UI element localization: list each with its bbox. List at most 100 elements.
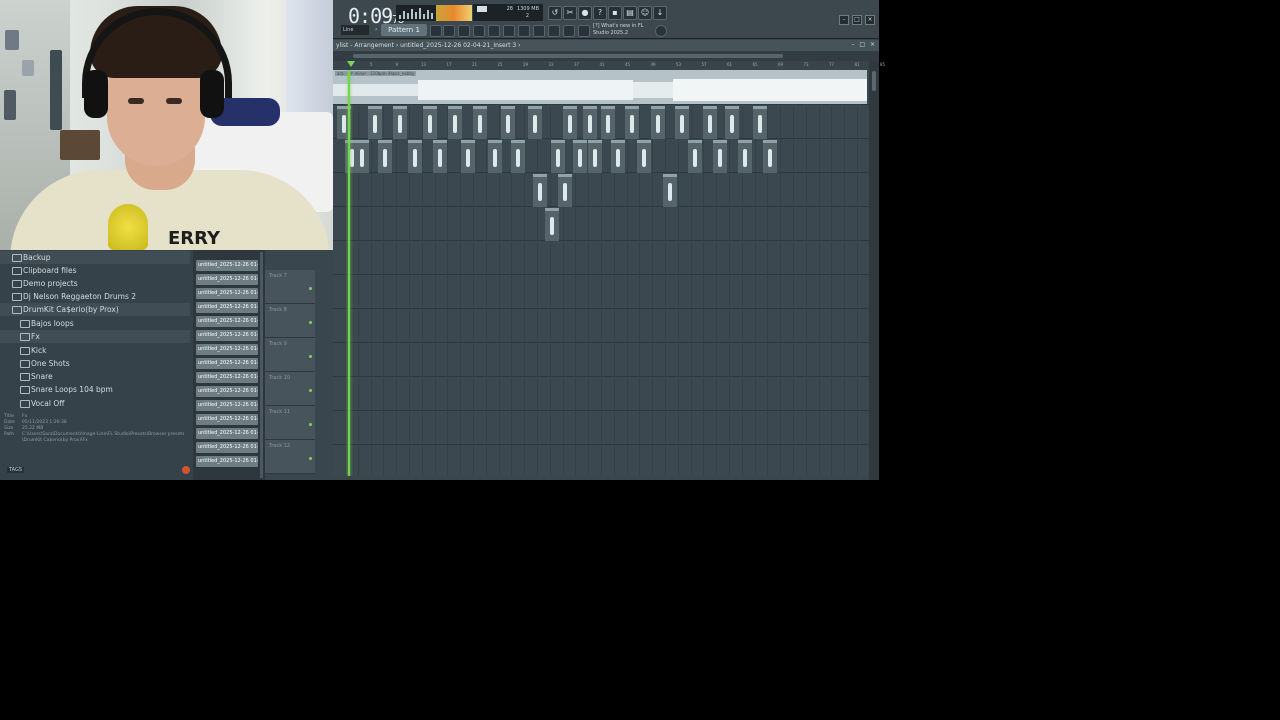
gear-icon[interactable]: [563, 25, 575, 37]
pattern-clip[interactable]: [408, 140, 422, 173]
browser-item[interactable]: Dj Nelson Reggaeton Drums 2: [0, 290, 190, 303]
mic-icon[interactable]: ●: [578, 6, 592, 20]
channel-item[interactable]: untitled_2025-12-26 01-: [196, 302, 258, 313]
track-header[interactable]: Track 10: [265, 372, 315, 406]
channel-item[interactable]: untitled_2025-12-26 01-: [196, 414, 258, 425]
pattern-clip[interactable]: [725, 106, 739, 139]
save-icon[interactable]: ▪: [608, 6, 622, 20]
browser-item[interactable]: Fx: [0, 330, 190, 343]
pattern-clip[interactable]: [663, 174, 677, 207]
channel-item[interactable]: untitled_2025-12-26 01-: [196, 316, 258, 327]
pattern-clip[interactable]: [738, 140, 752, 173]
pattern-clip[interactable]: [378, 140, 392, 173]
pattern-clip[interactable]: [753, 106, 767, 139]
pattern-clip[interactable]: [573, 140, 587, 173]
browser-item[interactable]: Kick: [0, 344, 190, 357]
pattern-clip[interactable]: [583, 106, 597, 139]
cpu-memory-panel[interactable]: 1309 MB 28 2: [473, 4, 543, 21]
pattern-clip[interactable]: [588, 140, 602, 173]
channel-item[interactable]: untitled_2025-12-26 01-: [196, 330, 258, 341]
playlist-scroll-bar[interactable]: [333, 51, 879, 61]
tags-button[interactable]: TAGS: [7, 467, 25, 473]
cut-icon[interactable]: ✂: [563, 6, 577, 20]
pattern-clip[interactable]: [448, 106, 462, 139]
track-active-led[interactable]: [309, 423, 312, 426]
browser-icon[interactable]: [503, 25, 515, 37]
pattern-clip[interactable]: [601, 106, 615, 139]
pattern-clip[interactable]: [461, 140, 475, 173]
news-panel[interactable]: [?] What's new in FL Studio 2025.2: [593, 23, 644, 37]
pattern-prev-icon[interactable]: ›: [375, 26, 377, 33]
pattern-clip[interactable]: [675, 106, 689, 139]
undo-icon[interactable]: ↺: [548, 6, 562, 20]
pattern-clip[interactable]: [528, 106, 542, 139]
pattern-clip[interactable]: [473, 106, 487, 139]
pattern-clip[interactable]: [651, 106, 665, 139]
channel-item[interactable]: untitled_2025-12-26 01-: [196, 260, 258, 271]
pattern-clip[interactable]: [368, 106, 382, 139]
pattern-clip[interactable]: [637, 140, 651, 173]
playlist-tracks[interactable]: ara - F# minor - 110bpm ifepcc_nobby: [333, 70, 869, 476]
pattern-clip[interactable]: [688, 140, 702, 173]
pattern-selector[interactable]: Pattern 1: [381, 24, 427, 36]
channel-item[interactable]: untitled_2025-12-26 01-: [196, 358, 258, 369]
search-icon[interactable]: [182, 466, 190, 474]
snap-mode-select[interactable]: Line: [341, 25, 369, 35]
pattern-clip[interactable]: [501, 106, 515, 139]
browser-item[interactable]: Snare Loops 104 bpm: [0, 383, 190, 396]
mixer-icon[interactable]: [488, 25, 500, 37]
pattern-clip[interactable]: [611, 140, 625, 173]
browser-item[interactable]: Bajos loops: [0, 317, 190, 330]
browser-item[interactable]: Vocal Off: [0, 397, 190, 410]
time-ruler[interactable]: 5 9 13 17 21 25 29 33 37 41 45 49 53 57 61 65 69 73 77 81 85: [333, 61, 885, 70]
channel-rack-icon[interactable]: [473, 25, 485, 37]
browser-item[interactable]: Snare: [0, 370, 190, 383]
settings-icon[interactable]: [655, 25, 667, 37]
browser-item[interactable]: Demo projects: [0, 277, 190, 290]
render-icon[interactable]: ▤: [623, 6, 637, 20]
channel-item[interactable]: untitled_2025-12-26 01-: [196, 442, 258, 453]
channel-item[interactable]: untitled_2025-12-26 01-: [196, 288, 258, 299]
audio-clip-main[interactable]: ara - F# minor - 110bpm ifepcc_nobby: [333, 70, 867, 104]
pattern-clip[interactable]: [533, 174, 547, 207]
browser-item[interactable]: One Shots: [0, 357, 190, 370]
minimize-icon[interactable]: –: [848, 41, 854, 48]
playhead[interactable]: [348, 70, 350, 476]
pattern-clip[interactable]: [625, 106, 639, 139]
pattern-clip[interactable]: [763, 140, 777, 173]
track-header[interactable]: Track 11: [265, 406, 315, 440]
pattern-clip[interactable]: [423, 106, 437, 139]
browser-item[interactable]: Backup: [0, 251, 190, 264]
master-level-meter[interactable]: [436, 5, 472, 21]
channel-item[interactable]: untitled_2025-12-26 01-: [196, 344, 258, 355]
channel-item[interactable]: untitled_2025-12-26 01-: [196, 428, 258, 439]
playlist-icon[interactable]: [443, 25, 455, 37]
help-icon[interactable]: ?: [593, 6, 607, 20]
touch-icon[interactable]: [548, 25, 560, 37]
channel-item[interactable]: untitled_2025-12-26 01-: [196, 400, 258, 411]
mic-icon[interactable]: [533, 25, 545, 37]
plugin-icon[interactable]: [518, 25, 530, 37]
pattern-clip[interactable]: [551, 140, 565, 173]
info-icon[interactable]: [578, 25, 590, 37]
channel-scrollbar[interactable]: [260, 252, 263, 478]
pattern-clip[interactable]: [488, 140, 502, 173]
pattern-clip[interactable]: [558, 174, 572, 207]
playhead-marker-icon[interactable]: [347, 61, 355, 67]
channel-item[interactable]: untitled_2025-12-26 01-: [196, 372, 258, 383]
track-header[interactable]: Track 12: [265, 440, 315, 474]
track-header[interactable]: Track 7: [265, 270, 315, 304]
pattern-clip[interactable]: [563, 106, 577, 139]
pattern-clip[interactable]: [355, 140, 369, 173]
pattern-clip[interactable]: [511, 140, 525, 173]
channel-item[interactable]: untitled_2025-12-26 01-: [196, 386, 258, 397]
track-active-led[interactable]: [309, 321, 312, 324]
pattern-clip[interactable]: [433, 140, 447, 173]
pianoroll-icon[interactable]: [458, 25, 470, 37]
close-icon[interactable]: ×: [867, 41, 875, 48]
pattern-clip[interactable]: [713, 140, 727, 173]
track-header[interactable]: Track 8: [265, 304, 315, 338]
track-header[interactable]: Track 9: [265, 338, 315, 372]
track-active-led[interactable]: [309, 389, 312, 392]
add-pattern-icon[interactable]: [430, 25, 442, 37]
